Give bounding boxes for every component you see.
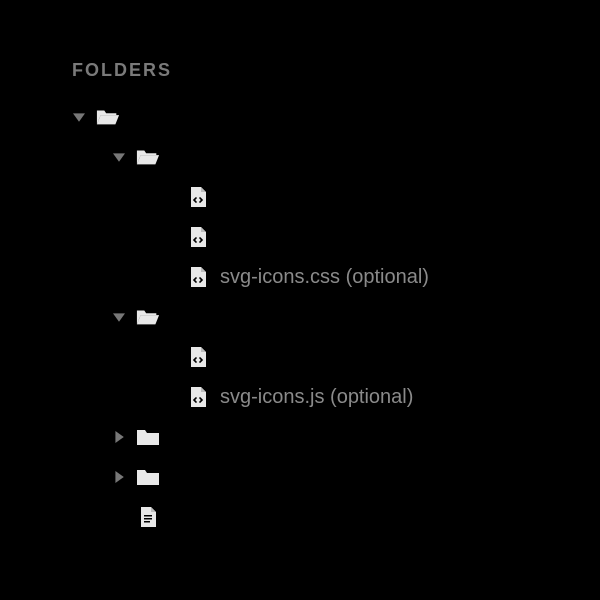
tree-row[interactable] <box>72 217 600 257</box>
tree-row[interactable] <box>72 137 600 177</box>
file-code-icon <box>186 227 210 247</box>
file-code-icon <box>186 187 210 207</box>
tree-row[interactable] <box>72 337 600 377</box>
chevron-down-icon[interactable] <box>112 150 126 164</box>
chevron-right-icon[interactable] <box>112 470 126 484</box>
chevron-right-icon[interactable] <box>112 430 126 444</box>
tree-row[interactable] <box>72 417 600 457</box>
tree-row[interactable] <box>72 457 600 497</box>
tree-row[interactable] <box>72 97 600 137</box>
tree-container: svg-icons.css (optional) svg-icons.js (op… <box>72 97 600 537</box>
tree-row[interactable] <box>72 177 600 217</box>
file-code-icon <box>186 347 210 367</box>
file-code-icon <box>186 267 210 287</box>
file-code-icon <box>186 387 210 407</box>
folder-open-icon <box>96 107 120 127</box>
chevron-down-icon[interactable] <box>72 110 86 124</box>
panel-header: FOLDERS <box>72 60 600 81</box>
folder-open-icon <box>136 147 160 167</box>
chevron-down-icon[interactable] <box>112 310 126 324</box>
tree-row[interactable]: svg-icons.css (optional) <box>72 257 600 297</box>
file-text-icon <box>136 507 160 527</box>
folder-icon <box>136 427 160 447</box>
folder-open-icon <box>136 307 160 327</box>
folder-icon <box>136 467 160 487</box>
tree-row[interactable] <box>72 497 600 537</box>
folder-tree-panel: FOLDERS svg-icons.css (optional)svg-icon… <box>0 0 600 537</box>
tree-item-label: svg-icons.css (optional) <box>220 266 429 289</box>
tree-item-label: svg-icons.js (optional) <box>220 386 413 409</box>
tree-row[interactable]: svg-icons.js (optional) <box>72 377 600 417</box>
tree-row[interactable] <box>72 297 600 337</box>
